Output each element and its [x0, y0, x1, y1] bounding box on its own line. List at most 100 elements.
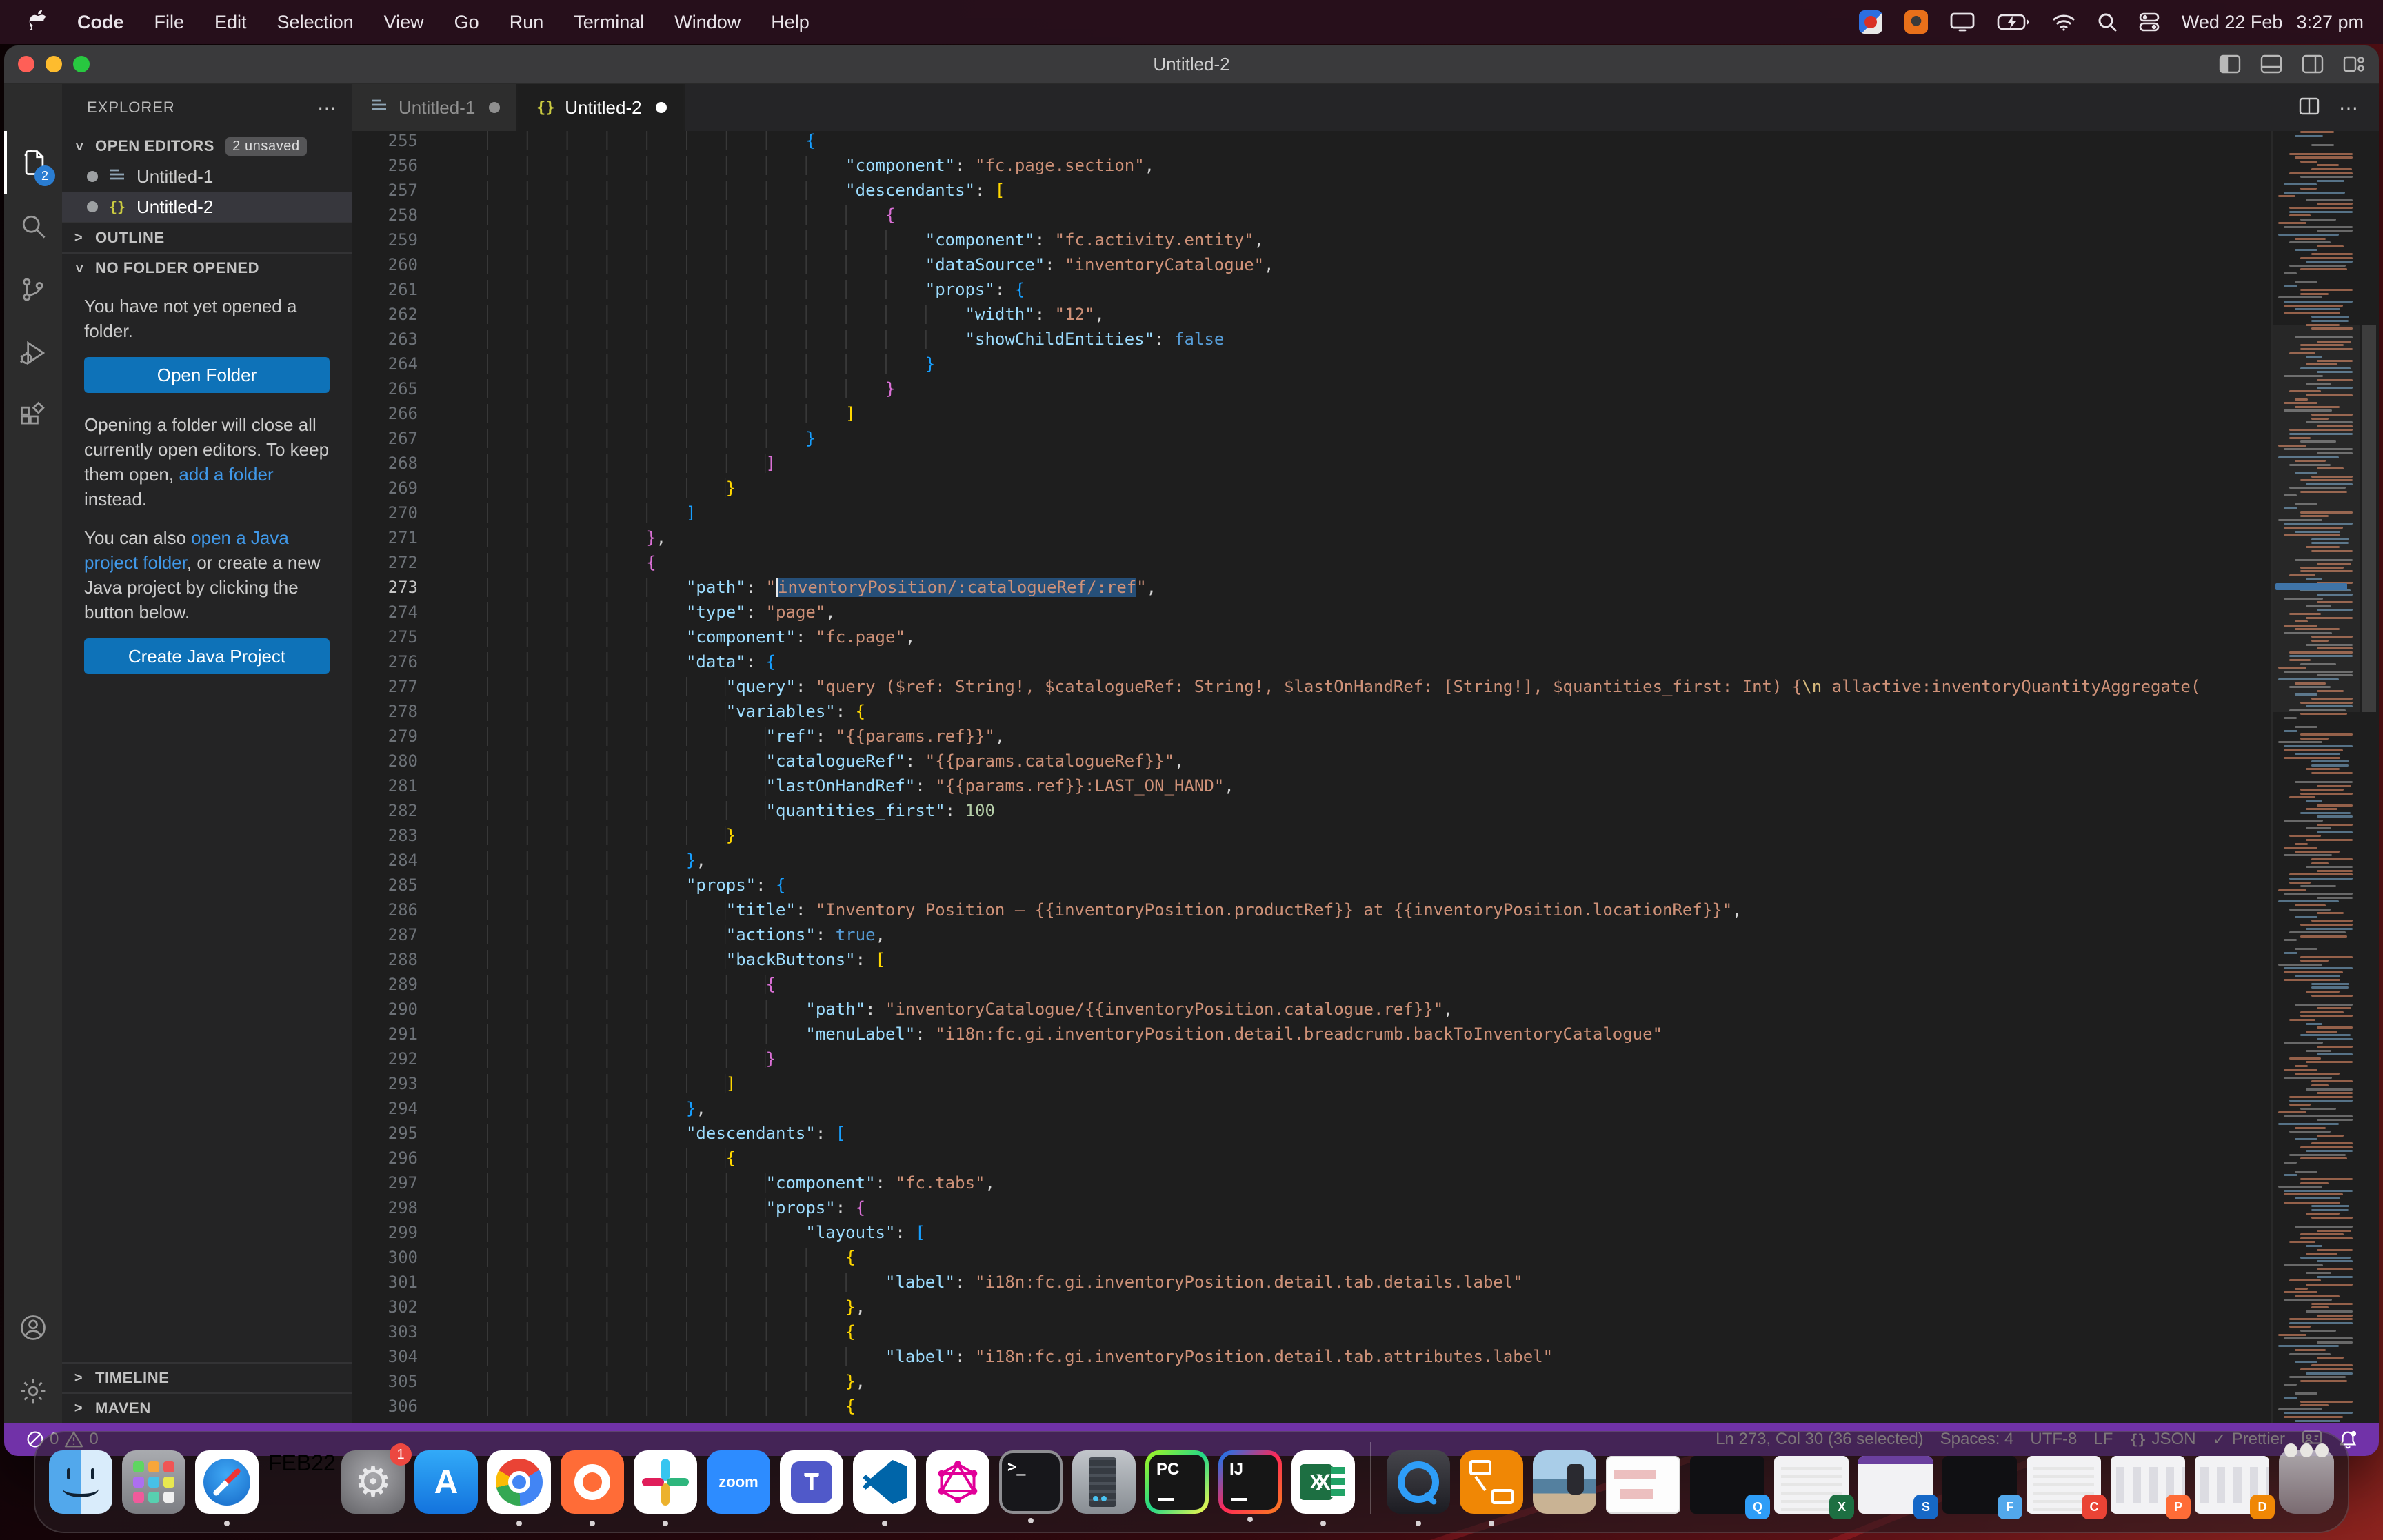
close-button[interactable] — [18, 56, 34, 72]
code-line-268[interactable]: ] — [487, 454, 2271, 478]
dirty-dot[interactable] — [655, 102, 667, 113]
code-line-282[interactable]: "quantities_first": 100 — [487, 801, 2271, 826]
code-line-263[interactable]: "showChildEntities": false — [487, 330, 2271, 354]
activity-source-control[interactable] — [4, 258, 62, 321]
apple-icon[interactable] — [19, 9, 55, 35]
dock-item-app-store[interactable]: A — [414, 1450, 478, 1514]
menubar-app-icon-1[interactable] — [1858, 10, 1882, 34]
code-line-296[interactable]: { — [487, 1148, 2271, 1173]
code-line-287[interactable]: "actions": true, — [487, 925, 2271, 950]
code-line-291[interactable]: "menuLabel": "i18n:fc.gi.inventoryPositi… — [487, 1024, 2271, 1049]
code-line-304[interactable]: "label": "i18n:fc.gi.inventoryPosition.d… — [487, 1347, 2271, 1372]
code-line-275[interactable]: "component": "fc.page", — [487, 627, 2271, 652]
dock-item-microsoft-teams[interactable]: TT — [780, 1450, 843, 1514]
wifi-icon[interactable] — [2052, 13, 2075, 31]
code-line-276[interactable]: "data": { — [487, 652, 2271, 677]
dock-item-desktop-picture[interactable] — [1533, 1450, 1596, 1514]
code-line-286[interactable]: "title": "Inventory Position — {{invento… — [487, 900, 2271, 925]
spotlight-icon[interactable] — [2098, 12, 2117, 32]
tab-untitled-1[interactable]: Untitled-1 — [352, 84, 519, 131]
dock-item-launchpad[interactable] — [122, 1450, 185, 1514]
code-line-285[interactable]: "props": { — [487, 875, 2271, 900]
dock-item-zoom[interactable]: zoom — [707, 1450, 770, 1514]
dock-item-minimized-finder-window[interactable]: F — [1942, 1456, 2022, 1519]
open-folder-button[interactable]: Open Folder — [84, 357, 330, 393]
settings-gear-icon[interactable] — [4, 1359, 62, 1423]
accounts-icon[interactable] — [4, 1296, 62, 1359]
activity-explorer[interactable]: 2 — [4, 131, 62, 194]
dock-item-chrome[interactable] — [487, 1450, 551, 1526]
code-line-299[interactable]: "layouts": [ — [487, 1223, 2271, 1248]
code-line-267[interactable]: } — [487, 429, 2271, 454]
menu-item-selection[interactable]: Selection — [263, 8, 368, 37]
code-line-297[interactable]: "component": "fc.tabs", — [487, 1173, 2271, 1198]
toggle-primary-sidebar-icon[interactable] — [2219, 54, 2241, 74]
dock-item-minimized-diagram-document[interactable] — [1606, 1456, 1680, 1514]
code-line-260[interactable]: "dataSource": "inventoryCatalogue", — [487, 255, 2271, 280]
battery-charging-icon[interactable] — [1997, 14, 2030, 30]
menu-item-edit[interactable]: Edit — [201, 8, 261, 37]
dock-item-minimized-safari-window[interactable]: S — [1858, 1456, 1938, 1519]
code-line-305[interactable]: }, — [487, 1372, 2271, 1397]
code-line-273[interactable]: "path": " inventoryPosition/:catalogueRef… — [487, 578, 2271, 602]
dock-item-slack[interactable] — [634, 1450, 697, 1526]
code-line-302[interactable]: }, — [487, 1297, 2271, 1322]
menu-item-help[interactable]: Help — [757, 8, 823, 37]
display-icon[interactable] — [1950, 12, 1975, 32]
code-line-283[interactable]: } — [487, 826, 2271, 851]
code-line-290[interactable]: "path": "inventoryCatalogue/{{inventoryP… — [487, 1000, 2271, 1024]
split-editor-icon[interactable] — [2299, 95, 2320, 121]
code-line-279[interactable]: "ref": "{{params.ref}}", — [487, 727, 2271, 751]
dock-item-postman[interactable] — [561, 1450, 624, 1526]
dock-item-vscode[interactable] — [853, 1450, 916, 1526]
menu-item-terminal[interactable]: Terminal — [560, 8, 658, 37]
code-line-284[interactable]: }, — [487, 851, 2271, 875]
activity-search[interactable] — [4, 194, 62, 258]
editor-pane[interactable]: 255 256 257 258 259 260 261 262 263 264 265 266 267 2… — [352, 131, 2379, 1423]
scrollbar-handle[interactable] — [2362, 325, 2376, 713]
code-line-289[interactable]: { — [487, 975, 2271, 1000]
menu-item-run[interactable]: Run — [496, 8, 558, 37]
dock-item-minimized-drawio-window[interactable]: D — [2195, 1456, 2275, 1519]
code-line-255[interactable]: { — [487, 131, 2271, 156]
code-line-294[interactable]: }, — [487, 1099, 2271, 1124]
tab-untitled-2[interactable]: {} Untitled-2 — [518, 84, 685, 131]
dock-item-minimized-quicktime-window[interactable]: Q — [1690, 1456, 1770, 1519]
menu-item-window[interactable]: Window — [661, 8, 754, 37]
code-line-266[interactable]: ] — [487, 404, 2271, 429]
dock-item-safari[interactable] — [195, 1450, 259, 1526]
code-line-306[interactable]: { — [487, 1397, 2271, 1421]
dirty-dot[interactable] — [489, 102, 501, 113]
code-line-259[interactable]: "component": "fc.activity.entity", — [487, 230, 2271, 255]
no-folder-header[interactable]: > NO FOLDER OPENED — [62, 252, 352, 283]
code-line-270[interactable]: ] — [487, 503, 2271, 528]
control-center-icon[interactable] — [2139, 12, 2160, 32]
code-line-298[interactable]: "props": { — [487, 1198, 2271, 1223]
dock-item-terminal[interactable]: >_ — [999, 1450, 1063, 1523]
dock-item-finder[interactable] — [49, 1450, 112, 1514]
menu-item-code[interactable]: Code — [63, 8, 138, 37]
code-line-278[interactable]: "variables": { — [487, 702, 2271, 727]
dock-item-minimized-postman-window[interactable]: P — [2111, 1456, 2191, 1519]
code-line-293[interactable]: ] — [487, 1074, 2271, 1099]
code-line-261[interactable]: "props": { — [487, 280, 2271, 305]
dock-item-intellij-idea[interactable]: IJ — [1218, 1450, 1282, 1522]
toggle-secondary-sidebar-icon[interactable] — [2302, 54, 2324, 74]
dock-item-minimized-chrome-window[interactable]: C — [2027, 1456, 2107, 1519]
editor-more-actions-icon[interactable]: ⋯ — [2339, 97, 2360, 119]
code-line-258[interactable]: { — [487, 205, 2271, 230]
code-line-274[interactable]: "type": "page", — [487, 602, 2271, 627]
code-line-272[interactable]: { — [487, 553, 2271, 578]
dock-item-pycharm[interactable]: PC — [1145, 1450, 1209, 1514]
explorer-more-actions-icon[interactable]: ⋯ — [317, 97, 338, 119]
code-line-265[interactable]: } — [487, 379, 2271, 404]
dock-item-system-settings[interactable]: ⚙ 1 — [341, 1443, 412, 1514]
maven-header[interactable]: > MAVEN — [62, 1392, 352, 1423]
activity-run-debug[interactable] — [4, 321, 62, 385]
code-line-292[interactable]: } — [487, 1049, 2271, 1074]
dock-item-excel[interactable]: XX — [1291, 1450, 1355, 1526]
code-line-295[interactable]: "descendants": [ — [487, 1124, 2271, 1148]
sidebar-link[interactable]: add a folder — [179, 464, 273, 485]
outline-header[interactable]: > OUTLINE — [62, 222, 352, 252]
maximize-button[interactable] — [73, 56, 90, 72]
